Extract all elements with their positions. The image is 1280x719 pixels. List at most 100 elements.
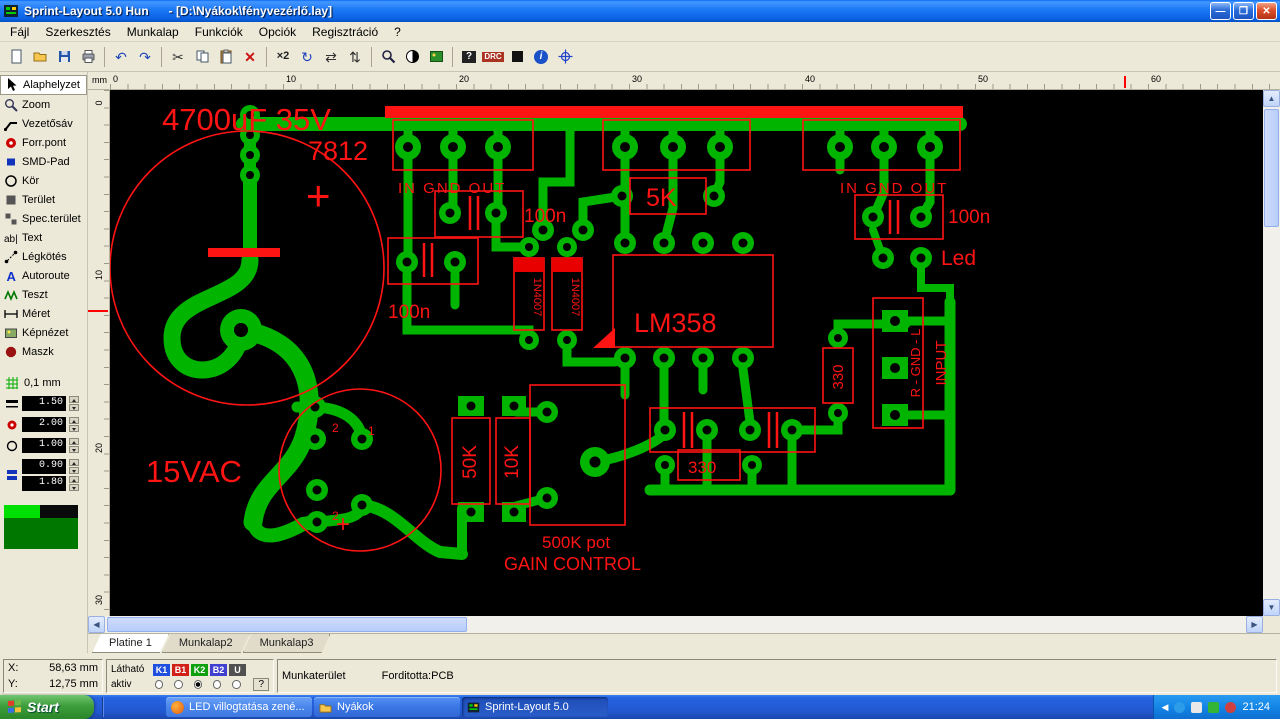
tool-zoom[interactable]: Zoom: [0, 95, 87, 114]
new-file-icon[interactable]: [4, 45, 28, 68]
active-layer-radio-b1[interactable]: [174, 680, 183, 689]
layer-b2-toggle[interactable]: B2: [210, 663, 227, 676]
active-layer-radio-k2[interactable]: [193, 680, 202, 689]
pcb-canvas[interactable]: 4700uF 35V 7812 + IN GND OUT 100n 5K 100…: [110, 90, 1263, 616]
pad-size-value[interactable]: 2.00: [22, 417, 66, 432]
vertical-scroll-thumb[interactable]: [1264, 109, 1279, 227]
tray-volume-icon[interactable]: [1191, 701, 1203, 713]
tool-forrpont[interactable]: Forr.pont: [0, 133, 87, 152]
menu-funkciok[interactable]: Funkciók: [187, 23, 251, 41]
tool-smdpad[interactable]: SMD-Pad: [0, 152, 87, 171]
close-button[interactable]: ✕: [1256, 2, 1277, 20]
mirror-horizontal-icon[interactable]: ⇄: [319, 45, 343, 68]
circle-icon: [3, 173, 18, 188]
tool-kepnezet[interactable]: Képnézet: [0, 323, 87, 342]
layer-k1-toggle[interactable]: K1: [153, 663, 170, 676]
tab-munkalap3[interactable]: Munkalap3: [243, 634, 331, 653]
track-width-value[interactable]: 1.50: [22, 396, 66, 411]
drill-size-spinner[interactable]: [69, 438, 79, 453]
snap-crosshair-icon[interactable]: [553, 45, 577, 68]
menu-regisztracio[interactable]: Regisztráció: [304, 23, 386, 41]
zoom-lens-icon[interactable]: [376, 45, 400, 68]
minimize-button[interactable]: —: [1210, 2, 1231, 20]
rotate-icon[interactable]: ↻: [295, 45, 319, 68]
active-layer-radio-u[interactable]: [232, 680, 241, 689]
tool-legkotes[interactable]: Légkötés: [0, 247, 87, 266]
redo-icon[interactable]: ↷: [133, 45, 157, 68]
mirror-vertical-icon[interactable]: ⇅: [343, 45, 367, 68]
smd-width-value[interactable]: 0.90: [22, 459, 66, 474]
layer-help-button[interactable]: ?: [253, 678, 270, 691]
smd-width-spinner[interactable]: [69, 459, 79, 474]
start-button[interactable]: Start: [0, 695, 94, 719]
tray-collapse-icon[interactable]: ◀: [1162, 702, 1169, 713]
tool-terulet[interactable]: Terület: [0, 190, 87, 209]
special-area-icon: [3, 211, 18, 226]
task-led-video[interactable]: LED villogtatása zené...: [166, 697, 312, 717]
zoom-x2-icon[interactable]: ×2: [271, 45, 295, 68]
app-icon: [4, 5, 18, 17]
drc-icon[interactable]: DRC: [481, 45, 505, 68]
menu-szerkesztes[interactable]: Szerkesztés: [37, 23, 118, 41]
tool-label: SMD-Pad: [22, 155, 70, 168]
area-icon: [3, 192, 18, 207]
cut-icon[interactable]: ✂: [166, 45, 190, 68]
menu-help[interactable]: ?: [386, 23, 409, 41]
workspace-label: Munkaterület: [282, 670, 346, 682]
menu-munkalap[interactable]: Munkalap: [119, 23, 187, 41]
scroll-down-icon[interactable]: ▼: [1263, 599, 1280, 616]
layer-b1-toggle[interactable]: B1: [172, 663, 189, 676]
task-nyakok-folder[interactable]: Nyákok: [314, 697, 460, 717]
tool-autoroute[interactable]: A Autoroute: [0, 266, 87, 285]
tool-teszt[interactable]: Teszt: [0, 285, 87, 304]
undo-icon[interactable]: ↶: [109, 45, 133, 68]
task-sprint-layout[interactable]: Sprint-Layout 5.0: [462, 697, 608, 717]
tray-network-icon[interactable]: [1174, 701, 1186, 713]
horizontal-scroll-thumb[interactable]: [107, 617, 467, 632]
track-width-spinner[interactable]: [69, 396, 79, 411]
layer-k2-toggle[interactable]: K2: [191, 663, 208, 676]
menu-fajl[interactable]: Fájl: [2, 23, 37, 41]
layer-u-toggle[interactable]: U: [229, 663, 246, 676]
delete-icon[interactable]: ✕: [238, 45, 262, 68]
scroll-left-icon[interactable]: ◀: [88, 616, 105, 633]
smd-height-spinner[interactable]: [69, 476, 79, 491]
pad-size-spinner[interactable]: [69, 417, 79, 432]
ruler-horizontal: mm 0 10 20 30 40 50 60: [88, 72, 1280, 90]
print-icon[interactable]: [76, 45, 100, 68]
tool-spec-terulet[interactable]: Spec.terület: [0, 209, 87, 228]
contrast-icon[interactable]: [400, 45, 424, 68]
smd-height-value[interactable]: 1.80: [22, 476, 66, 491]
copy-icon[interactable]: [190, 45, 214, 68]
active-layer-radio-k1[interactable]: [154, 680, 164, 689]
tool-kor[interactable]: Kör: [0, 171, 87, 190]
grid-setting[interactable]: 0,1 mm: [0, 375, 87, 390]
photo-view-icon[interactable]: [424, 45, 448, 68]
drill-size-value[interactable]: 1.00: [22, 438, 66, 453]
save-icon[interactable]: [52, 45, 76, 68]
pad-size-icon: [4, 417, 19, 432]
ruler-tick-label: 20: [94, 443, 104, 454]
tool-maszk[interactable]: Maszk: [0, 342, 87, 361]
tool-text[interactable]: ab| Text: [0, 228, 87, 247]
scroll-up-icon[interactable]: ▲: [1263, 90, 1280, 107]
tool-vezetosav[interactable]: Vezetősáv: [0, 114, 87, 133]
open-folder-icon[interactable]: [28, 45, 52, 68]
scroll-right-icon[interactable]: ▶: [1246, 616, 1263, 633]
mask-icon[interactable]: [505, 45, 529, 68]
paste-icon[interactable]: [214, 45, 238, 68]
info-icon[interactable]: i: [529, 45, 553, 68]
tool-alaphelyzet[interactable]: Alaphelyzet: [0, 75, 87, 95]
vertical-scrollbar[interactable]: ▲ ▼: [1263, 90, 1280, 616]
svg-text:A: A: [6, 269, 16, 283]
maximize-button[interactable]: ❐: [1233, 2, 1254, 20]
tab-munkalap2[interactable]: Munkalap2: [162, 634, 250, 653]
tray-status-icon[interactable]: [1208, 701, 1220, 713]
tab-platine1[interactable]: Platine 1: [92, 634, 169, 653]
menu-opciok[interactable]: Opciók: [251, 23, 304, 41]
tool-meret[interactable]: Méret: [0, 304, 87, 323]
component-search-icon[interactable]: ?: [457, 45, 481, 68]
tray-alert-icon[interactable]: [1225, 701, 1237, 713]
horizontal-scrollbar[interactable]: ◀ ▶: [88, 616, 1263, 633]
active-layer-radio-b2[interactable]: [212, 680, 222, 689]
